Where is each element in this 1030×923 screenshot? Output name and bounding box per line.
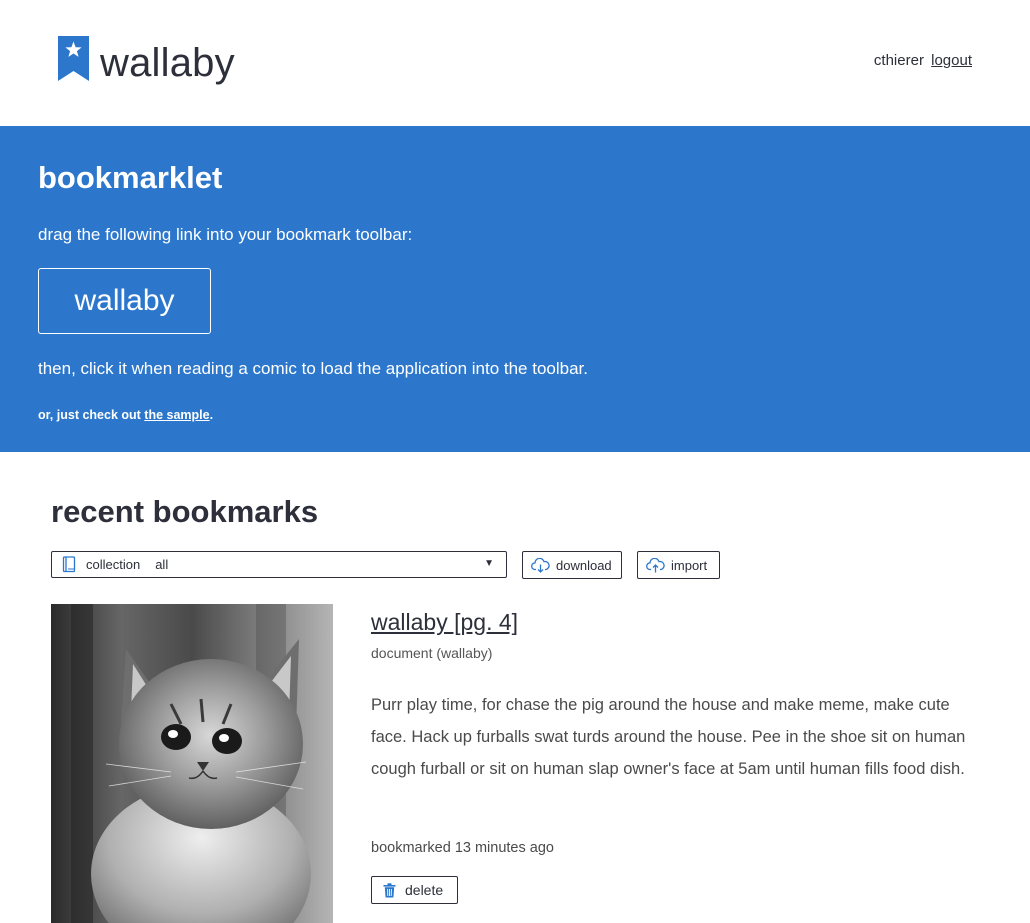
sample-note: or, just check out the sample. <box>38 407 213 423</box>
sample-note-prefix: or, just check out <box>38 408 145 422</box>
delete-label: delete <box>405 882 444 898</box>
banner-title: bookmarklet <box>38 160 223 195</box>
collection-label: collection <box>86 557 141 572</box>
cloud-upload-icon <box>646 557 665 572</box>
book-icon <box>62 556 76 573</box>
import-label: import <box>671 557 708 573</box>
bookmarks-toolbar: collection all ▼ download import <box>51 551 731 579</box>
username: cthierer <box>873 52 924 69</box>
bookmark-type: document (wallaby) <box>371 645 493 661</box>
bookmarklet-link[interactable]: wallaby <box>38 268 211 334</box>
bookmark-star-icon <box>58 36 89 81</box>
site-header: wallaby cthierer logout <box>0 0 1030 126</box>
collection-select[interactable]: collection all ▼ <box>51 551 507 578</box>
bookmark-description: Purr play time, for chase the pig around… <box>371 696 966 778</box>
download-button[interactable]: download <box>522 551 622 579</box>
chevron-down-icon: ▼ <box>484 558 494 569</box>
user-area: cthierer logout <box>874 52 972 69</box>
bookmark-title-link[interactable]: wallaby [pg. 4] <box>371 607 518 637</box>
app-name: wallaby <box>100 41 235 85</box>
kitten-image <box>51 604 333 923</box>
cloud-download-icon <box>531 557 550 573</box>
trash-icon <box>383 882 396 897</box>
import-button[interactable]: import <box>637 551 720 579</box>
bookmark-timestamp: bookmarked 13 minutes ago <box>371 840 554 856</box>
collection-value: all <box>155 557 169 572</box>
bookmarklet-banner: bookmarklet drag the following link into… <box>0 126 1030 452</box>
sample-note-suffix: . <box>209 408 214 422</box>
logout-link[interactable]: logout <box>931 52 972 69</box>
drag-instruction: drag the following link into your bookma… <box>38 225 413 244</box>
sample-link[interactable]: the sample <box>144 408 209 422</box>
bookmark-thumbnail[interactable] <box>51 604 333 923</box>
then-instruction: then, click it when reading a comic to l… <box>38 359 589 378</box>
delete-button[interactable]: delete <box>371 876 458 904</box>
recent-bookmarks-title: recent bookmarks <box>51 494 319 529</box>
download-label: download <box>556 557 612 573</box>
logo[interactable]: wallaby <box>58 36 235 85</box>
